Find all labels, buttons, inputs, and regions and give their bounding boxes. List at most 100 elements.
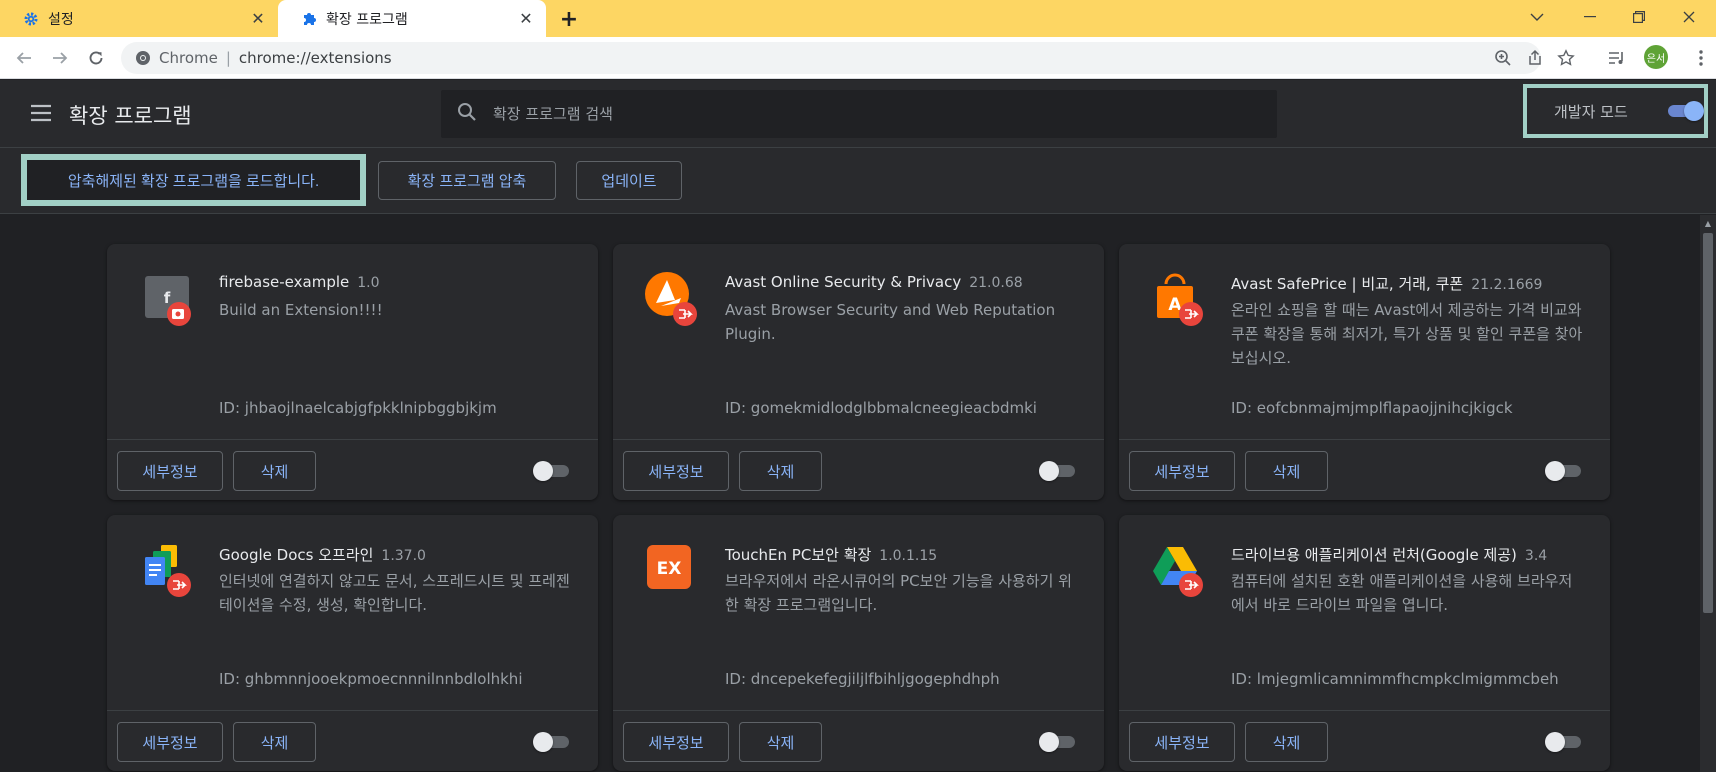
card-divider	[613, 439, 1104, 440]
vertical-scrollbar[interactable]: ▲	[1700, 215, 1716, 772]
search-input[interactable]	[493, 105, 1253, 123]
extension-enable-toggle[interactable]	[533, 461, 571, 481]
remove-button[interactable]: 삭제	[233, 722, 316, 762]
extensions-header: 확장 프로그램 개발자 모드	[0, 80, 1716, 148]
extension-enable-toggle[interactable]	[1039, 732, 1077, 752]
extension-description: 컴퓨터에 설치된 호환 애플리케이션을 사용해 브라우저에서 바로 드라이브 파…	[1231, 572, 1573, 614]
restore-button[interactable]	[1616, 0, 1662, 34]
tab-extensions[interactable]: 확장 프로그램 ✕	[278, 0, 546, 37]
forward-button[interactable]	[45, 43, 75, 73]
card-divider	[613, 710, 1104, 711]
pack-extension-button[interactable]: 확장 프로그램 압축	[378, 161, 556, 200]
profile-avatar[interactable]: 은서	[1644, 45, 1668, 69]
extension-version: 1.37.0	[381, 548, 426, 564]
extension-name-line: Avast SafePrice | 비교, 거래, 쿠폰 21.2.1669	[1231, 273, 1591, 294]
google-docs-icon	[137, 541, 193, 597]
details-button[interactable]: 세부정보	[1129, 722, 1235, 762]
extension-version: 21.2.1669	[1471, 277, 1543, 293]
extension-enable-toggle[interactable]	[1545, 732, 1583, 752]
extension-name-line: Google Docs 오프라인 1.37.0	[219, 544, 579, 565]
extension-version: 1.0	[357, 275, 380, 291]
share-icon[interactable]	[1523, 46, 1547, 70]
card-divider	[1119, 710, 1610, 711]
extension-description: Avast Browser Security and Web Reputatio…	[725, 301, 1056, 343]
scroll-up-arrow-icon[interactable]: ▲	[1700, 215, 1716, 231]
extension-card: Google Docs 오프라인 1.37.0 인터넷에 연결하지 않고도 문서,…	[107, 515, 598, 771]
google-drive-icon	[1149, 541, 1205, 597]
extension-card: f firebase-example 1.0 Build an Extension…	[107, 244, 598, 500]
details-button[interactable]: 세부정보	[117, 451, 223, 491]
scrollbar-thumb[interactable]	[1703, 233, 1713, 613]
extensions-list: f firebase-example 1.0 Build an Extension…	[0, 215, 1700, 772]
search-icon	[457, 102, 477, 126]
remove-button[interactable]: 삭제	[1245, 722, 1328, 762]
extension-name: Avast Online Security & Privacy	[725, 273, 962, 291]
extension-card: A Avast SafePrice | 비교, 거래, 쿠폰 21.2.1669 …	[1119, 244, 1610, 500]
card-divider	[1119, 439, 1610, 440]
address-bar[interactable]: Chrome | chrome://extensions	[121, 42, 1575, 74]
bookmark-star-icon[interactable]	[1554, 46, 1578, 70]
extension-version: 3.4	[1524, 548, 1548, 564]
back-button[interactable]	[9, 43, 39, 73]
tab-search-chevron-icon[interactable]	[1514, 0, 1560, 34]
load-unpacked-button[interactable]: 압축해제된 확장 프로그램을 로드합니다.	[21, 154, 366, 206]
extension-enable-toggle[interactable]	[1545, 461, 1583, 481]
extension-name-line: Avast Online Security & Privacy 21.0.68	[725, 273, 1085, 291]
extension-description: 인터넷에 연결하지 않고도 문서, 스프레드시트 및 프레젠테이션을 수정, 생…	[219, 572, 570, 614]
extension-name: firebase-example	[219, 273, 350, 291]
reload-button[interactable]	[81, 43, 111, 73]
card-divider	[107, 710, 598, 711]
extension-enable-toggle[interactable]	[533, 732, 571, 752]
extension-card: Avast Online Security & Privacy 21.0.68 A…	[613, 244, 1104, 500]
extension-id: ID: ghbmnnjooekpmoecnnnilnnbdlolhkhi	[219, 670, 523, 688]
close-icon[interactable]: ✕	[246, 7, 270, 31]
developer-mode-control: 개발자 모드	[1523, 84, 1708, 138]
kebab-menu-icon[interactable]	[1686, 43, 1716, 73]
minimize-button[interactable]	[1567, 0, 1613, 34]
extension-card: EX TouchEn PC보안 확장 1.0.1.15 브라우저에서 라온시큐어의…	[613, 515, 1104, 771]
details-button[interactable]: 세부정보	[1129, 451, 1235, 491]
extension-description: 브라우저에서 라온시큐어의 PC보안 기능을 사용하기 위한 확장 프로그램입니…	[725, 572, 1072, 614]
extension-id: ID: gomekmidlodglbbmalcneegieacbdmki	[725, 399, 1037, 417]
scheme-label: Chrome	[159, 49, 218, 67]
remove-button[interactable]: 삭제	[739, 451, 822, 491]
tab-settings[interactable]: 설정 ✕	[0, 0, 278, 37]
remove-button[interactable]: 삭제	[1245, 451, 1328, 491]
details-button[interactable]: 세부정보	[623, 722, 729, 762]
extension-card: 드라이브용 애플리케이션 런처(Google 제공) 3.4 컴퓨터에 설치된 호…	[1119, 515, 1610, 771]
extension-name: TouchEn PC보안 확장	[725, 546, 872, 564]
url-separator: |	[225, 49, 231, 67]
details-button[interactable]: 세부정보	[117, 722, 223, 762]
extension-enable-toggle[interactable]	[1039, 461, 1077, 481]
extension-name-line: TouchEn PC보안 확장 1.0.1.15	[725, 544, 1085, 565]
firebase-example-icon: f	[137, 270, 193, 326]
new-tab-button[interactable]: +	[556, 6, 582, 32]
zoom-icon[interactable]	[1491, 46, 1515, 70]
tab-title: 확장 프로그램	[326, 11, 408, 28]
developer-mode-toggle[interactable]	[1666, 101, 1704, 121]
tab-title: 설정	[48, 11, 74, 28]
update-button[interactable]: 업데이트	[576, 161, 682, 200]
hamburger-menu-icon[interactable]	[30, 104, 52, 122]
tab-strip: 설정 ✕ 확장 프로그램 ✕ +	[0, 0, 1716, 37]
extension-version: 21.0.68	[969, 275, 1023, 291]
touchen-icon: EX	[643, 541, 699, 597]
details-button[interactable]: 세부정보	[623, 451, 729, 491]
reading-list-icon[interactable]	[1602, 43, 1632, 73]
search-box[interactable]	[441, 90, 1277, 138]
puzzle-icon	[300, 10, 318, 28]
close-icon[interactable]: ✕	[514, 7, 538, 31]
extension-version: 1.0.1.15	[879, 548, 938, 564]
extension-name: 드라이브용 애플리케이션 런처(Google 제공)	[1231, 546, 1517, 564]
remove-button[interactable]: 삭제	[233, 451, 316, 491]
svg-text:EX: EX	[657, 559, 682, 579]
close-window-button[interactable]	[1666, 0, 1712, 34]
extension-id: ID: lmjegmlicamnimmfhcmpkclmigmmcbeh	[1231, 670, 1559, 688]
browser-toolbar: Chrome | chrome://extensions	[0, 37, 1716, 79]
extension-description: Build an Extension!!!!	[219, 301, 383, 319]
extension-name: Google Docs 오프라인	[219, 546, 374, 564]
page-title: 확장 프로그램	[69, 104, 192, 128]
remove-button[interactable]: 삭제	[739, 722, 822, 762]
extension-description: 온라인 쇼핑을 할 때는 Avast에서 제공하는 가격 비교와 쿠폰 확장을 …	[1231, 301, 1583, 367]
gear-icon	[22, 10, 40, 28]
